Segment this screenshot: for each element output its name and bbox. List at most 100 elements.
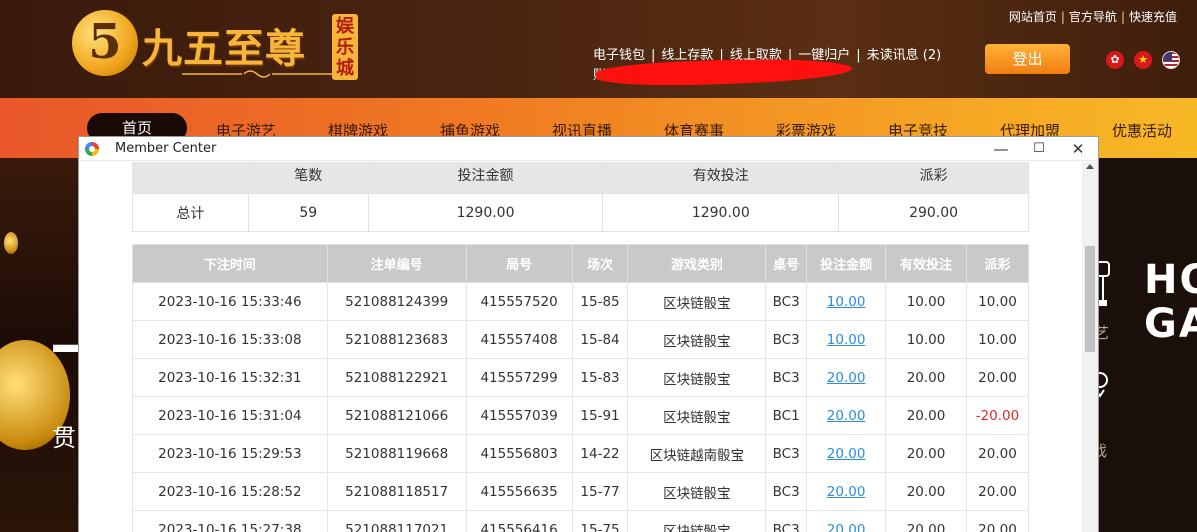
cell-table-no: BC3 (765, 282, 808, 321)
minimize-icon[interactable]: — (987, 139, 1015, 159)
scrollbar-thumb[interactable] (1085, 246, 1095, 352)
cell-game-type: 区块链骰宝 (627, 472, 767, 511)
window-titlebar[interactable]: Member Center — ☐ ✕ (79, 137, 1098, 161)
cell-game-type: 区块链越南骰宝 (627, 434, 767, 473)
site-logo[interactable]: 5 九五至尊 娱乐城 (72, 8, 362, 86)
right-banner-hot-games: HOT GAM (1144, 257, 1197, 347)
table-row: 2023-10-16 15:27:38 521088117021 4155564… (132, 510, 1030, 532)
cell-payout: 10.00 (965, 282, 1030, 321)
col-header-session: 场次 (571, 244, 629, 283)
cell-round-no: 415557299 (465, 358, 573, 397)
cell-round-no: 415556803 (465, 434, 573, 473)
bet-records-table: 下注时间 注单编号 局号 场次 游戏类别 桌号 投注金额 有效投注 派彩 202… (132, 244, 1030, 532)
window-title: Member Center (115, 141, 217, 156)
cell-valid-bet: 10.00 (885, 282, 967, 321)
cell-bet-amount-link[interactable]: 20.00 (806, 510, 887, 532)
cell-valid-bet: 20.00 (885, 358, 967, 397)
cell-round-no: 415556635 (465, 472, 573, 511)
cell-order-no: 521088122921 (326, 358, 467, 397)
language-flags: ✿ ★ (1106, 51, 1185, 70)
col-header-table-no: 桌号 (765, 244, 808, 283)
cell-session: 15-77 (571, 472, 629, 511)
summary-total-label: 总计 (132, 193, 249, 232)
cell-session: 15-83 (571, 358, 629, 397)
scroll-up-arrow-icon[interactable] (1086, 164, 1094, 169)
separator: | (651, 48, 656, 63)
cell-table-no: BC1 (765, 396, 808, 435)
user-link-wallet[interactable]: 电子钱包 (593, 48, 645, 63)
maximize-icon[interactable]: ☐ (1025, 139, 1053, 159)
cell-game-type: 区块链骰宝 (627, 282, 767, 321)
cell-payout: 20.00 (965, 358, 1030, 397)
member-center-window: Member Center — ☐ ✕ 笔数 投注金额 有效投注 派彩 总计 5… (78, 136, 1099, 532)
cell-bet-time: 2023-10-16 15:32:31 (132, 358, 328, 397)
cell-game-type: 区块链骰宝 (627, 320, 767, 359)
cell-bet-amount-link[interactable]: 10.00 (806, 282, 887, 321)
top-link-quick-recharge[interactable]: 快速充值 (1129, 10, 1177, 24)
logo-numeral-icon: 5 (72, 10, 138, 76)
cell-bet-time: 2023-10-16 15:31:04 (132, 396, 328, 435)
cell-order-no: 521088117021 (326, 510, 467, 532)
cell-bet-amount-link[interactable]: 10.00 (806, 320, 887, 359)
cell-round-no: 415557039 (465, 396, 573, 435)
logo-ornament-icon (182, 70, 332, 78)
summary-header-payout: 派彩 (838, 162, 1029, 194)
cell-bet-amount-link[interactable]: 20.00 (806, 472, 887, 511)
cell-payout: -20.00 (965, 396, 1030, 435)
summary-total-row: 总计 59 1290.00 1290.00 290.00 (132, 193, 1029, 232)
col-header-bet-amount: 投注金额 (806, 244, 887, 283)
cell-bet-amount-link[interactable]: 20.00 (806, 358, 887, 397)
table-row: 2023-10-16 15:33:46 521088124399 4155575… (132, 282, 1030, 321)
window-content: 笔数 投注金额 有效投注 派彩 总计 59 1290.00 1290.00 29… (79, 162, 1082, 532)
cell-valid-bet: 20.00 (885, 472, 967, 511)
close-icon[interactable]: ✕ (1064, 139, 1092, 159)
table-row: 2023-10-16 15:31:04 521088121066 4155570… (132, 396, 1030, 435)
coin-decoration-icon (4, 232, 18, 254)
table-row: 2023-10-16 15:28:52 521088118517 4155566… (132, 472, 1030, 511)
cell-bet-time: 2023-10-16 15:33:08 (132, 320, 328, 359)
vertical-scrollbar[interactable] (1082, 162, 1098, 532)
separator: | (856, 48, 861, 63)
cell-order-no: 521088121066 (326, 396, 467, 435)
cell-order-no: 521088119668 (326, 434, 467, 473)
us-flag-icon[interactable] (1162, 51, 1181, 69)
cell-round-no: 415557520 (465, 282, 573, 321)
top-link-navigation[interactable]: 官方导航 (1069, 10, 1117, 24)
nav-item-promotions[interactable]: 优惠活动 (1112, 120, 1172, 141)
summary-table: 笔数 投注金额 有效投注 派彩 总计 59 1290.00 1290.00 29… (132, 162, 1029, 232)
logout-button[interactable]: 登出 (985, 44, 1070, 74)
cell-bet-amount-link[interactable]: 20.00 (806, 396, 887, 435)
separator: | (1060, 10, 1065, 24)
cn-flag-icon[interactable]: ★ (1134, 51, 1153, 69)
cell-valid-bet: 20.00 (885, 396, 967, 435)
table-row: 2023-10-16 15:32:31 521088122921 4155572… (132, 358, 1030, 397)
cell-session: 15-91 (571, 396, 629, 435)
logo-badge: 娱乐城 (332, 14, 358, 80)
col-header-bet-time: 下注时间 (132, 244, 328, 283)
cell-table-no: BC3 (765, 358, 808, 397)
site-header: 5 九五至尊 娱乐城 网站首页 | 官方导航 | 快速充值 电子钱包 | 线上存款 | 线上取款… (0, 0, 1197, 98)
top-links: 网站首页 | 官方导航 | 快速充值 (1009, 8, 1177, 25)
cell-round-no: 415557408 (465, 320, 573, 359)
col-header-order-no: 注单编号 (326, 244, 467, 283)
cell-table-no: BC3 (765, 472, 808, 511)
top-link-home[interactable]: 网站首页 (1009, 10, 1057, 24)
col-header-valid-bet: 有效投注 (885, 244, 967, 283)
cell-order-no: 521088118517 (326, 472, 467, 511)
cell-table-no: BC3 (765, 434, 808, 473)
col-header-game-type: 游戏类别 (627, 244, 767, 283)
hk-flag-icon[interactable]: ✿ (1106, 51, 1124, 69)
user-link-messages[interactable]: 未读讯息 (2) (867, 48, 942, 63)
bet-records-header-row: 下注时间 注单编号 局号 场次 游戏类别 桌号 投注金额 有效投注 派彩 (132, 244, 1030, 283)
cell-game-type: 区块链骰宝 (627, 510, 767, 532)
cell-session: 14-22 (571, 434, 629, 473)
left-banner-char: 贯 (52, 424, 76, 452)
cell-order-no: 521088124399 (326, 282, 467, 321)
cell-payout: 20.00 (965, 510, 1030, 532)
cell-valid-bet: 20.00 (885, 434, 967, 473)
cell-bet-amount-link[interactable]: 20.00 (806, 434, 887, 473)
cell-game-type: 区块链骰宝 (627, 358, 767, 397)
logo-badge-text: 娱乐城 (336, 16, 354, 79)
cell-payout: 20.00 (965, 472, 1030, 511)
summary-total-count: 59 (247, 193, 369, 232)
